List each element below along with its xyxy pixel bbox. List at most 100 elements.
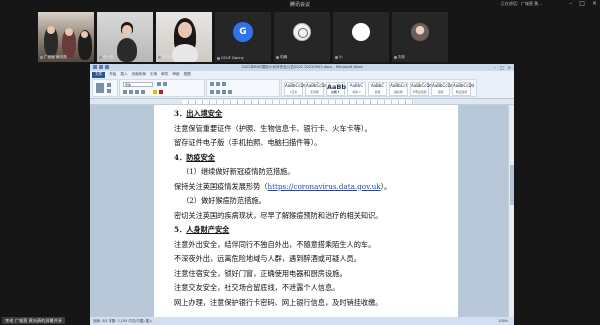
shared-screen: 2022年BHE国际小伙伴安全公告2022 20220901.docx - Mi… [90, 64, 514, 325]
paragraph-line: （1）继续做好新冠疫情防范措施。 [182, 167, 295, 176]
font-color-icon[interactable] [159, 90, 163, 94]
style-heading-2[interactable]: AaBbC 标题 2 [347, 82, 366, 96]
tab-page-layout[interactable]: 页面布局 [132, 72, 146, 78]
style-emphasis[interactable]: AaBbCcDd 强调 [431, 82, 453, 96]
mic-icon [217, 56, 220, 60]
participant-name: 刘亦 [394, 55, 405, 60]
participant-tile[interactable]: 广城营 黄向燕 [38, 12, 94, 62]
tab-insert[interactable]: 插入 [120, 72, 127, 78]
align-right-icon[interactable] [222, 90, 226, 94]
participant-strip: 广城营 黄向燕 秦小雨 鲁诗萍 G GCUF Danny 向婉 小 刘亦 [38, 12, 562, 62]
avatar [411, 23, 429, 41]
avatar [352, 23, 370, 41]
speaking-indicator: 正在讲话：广城营 黄... [500, 1, 542, 6]
numbering-icon[interactable] [216, 82, 220, 86]
participant-name: GCUF Danny [217, 56, 244, 60]
multilevel-list-icon[interactable] [222, 82, 226, 86]
document-text: 3．出入境安全 注意保管重要证件（护照、生物信息卡、银行卡、火车卡等）。 留存证… [174, 107, 450, 310]
bold-icon[interactable] [123, 90, 127, 94]
grow-font-icon[interactable] [157, 82, 161, 86]
zoom-level[interactable]: 100% [498, 317, 508, 325]
word-window-controls: – □ × [494, 64, 511, 71]
style-title[interactable]: AaBbC 标题 [368, 82, 387, 96]
ribbon-body: 宋体 AaBbCcDd 1正文 AaBbCcDd 无间隔 AaBb 标题 1 A… [92, 79, 512, 97]
copy-icon[interactable] [107, 89, 111, 93]
person-face [47, 26, 55, 34]
style-heading-1[interactable]: AaBb 标题 1 [326, 82, 346, 96]
align-center-icon[interactable] [216, 90, 220, 94]
scrollbar-thumb[interactable] [510, 165, 514, 205]
mic-icon [276, 55, 279, 59]
justify-icon[interactable] [228, 90, 232, 94]
paragraph-line: 留存证件电子版（手机拍照、电脑扫描件等）。 [174, 138, 322, 147]
style-subtitle[interactable]: AaBbCcI 副标题 [389, 82, 408, 96]
cut-icon[interactable] [107, 83, 111, 87]
style-no-spacing[interactable]: AaBbCcDd 无间隔 [305, 82, 327, 96]
mic-icon [40, 55, 43, 59]
font-name-select[interactable]: 宋体 [123, 82, 153, 87]
minimize-icon[interactable]: – [569, 1, 572, 7]
undo-icon[interactable] [105, 65, 109, 69]
style-normal[interactable]: AaBbCcDd 1正文 [284, 82, 306, 96]
highlight-icon[interactable] [153, 90, 157, 94]
close-icon[interactable]: × [508, 64, 511, 71]
maximize-icon[interactable]: □ [579, 1, 585, 7]
window-controls: – □ × [569, 1, 597, 7]
styles-group: AaBbCcDd 1正文 AaBbCcDd 无间隔 AaBb 标题 1 AaBbC 标题… [281, 79, 477, 97]
meeting-titlebar: 腾讯会议 正在讲话：广城营 黄... – □ × [0, 0, 600, 9]
participant-tile[interactable]: G GCUF Danny [215, 12, 271, 62]
mic-icon [335, 55, 338, 59]
tab-view[interactable]: 视图 [184, 72, 191, 78]
person-face [178, 22, 192, 38]
close-icon[interactable]: × [592, 1, 597, 7]
italic-icon[interactable] [129, 90, 133, 94]
vertical-scrollbar[interactable] [508, 105, 514, 317]
mic-icon [158, 55, 161, 59]
paragraph-line: 保持关注英国疫情发展形势（https://coronavirus.data.go… [174, 181, 392, 191]
person-face [81, 31, 88, 38]
paragraph-line: 不深夜外出，远离危险地域与人群，遇到醉酒或可疑人员。 [174, 254, 361, 263]
participant-name: 向婉 [276, 55, 287, 60]
participant-tile[interactable]: 秦小雨 [97, 12, 153, 62]
covid-data-link[interactable]: https://coronavirus.data.gov.uk [267, 182, 380, 191]
avatar [293, 23, 311, 41]
participant-name: 小 [335, 55, 343, 60]
style-subtle-emphasis[interactable]: AaBbCcDd 不明显强调 [410, 82, 432, 96]
participant-name: 鲁诗萍 [158, 55, 173, 60]
paragraph-line: 密切关注英国的疾病现状，尽早了解猴痘预防和治疗的相关知识。 [174, 210, 383, 220]
mic-icon [394, 55, 397, 59]
tab-references[interactable]: 引用 [150, 72, 157, 78]
save-icon[interactable] [99, 65, 103, 69]
ribbon-tabs: 文件 开始 插入 页面布局 引用 邮件 审阅 视图 [92, 72, 191, 78]
document-page[interactable]: 3．出入境安全 注意保管重要证件（护照、生物信息卡、银行卡、火车卡等）。 留存证… [154, 105, 458, 317]
strikethrough-icon[interactable] [141, 90, 145, 94]
clipboard-group [92, 79, 118, 97]
participant-tile[interactable]: 向婉 [274, 12, 330, 62]
style-intense-emphasis[interactable]: AaBbCcDd 明显强调 [452, 82, 474, 96]
shrink-font-icon[interactable] [163, 82, 167, 86]
ribbon: 文件 开始 插入 页面布局 引用 邮件 审阅 视图 宋体 AaBbCcDd 1正… [90, 71, 514, 99]
person-face [65, 28, 73, 36]
section-heading: 5．人身财产安全 [174, 225, 230, 234]
section-heading: 4．防疫安全 [174, 152, 215, 162]
participant-tile[interactable]: 刘亦 [392, 12, 448, 62]
participant-name: 秦小雨 [99, 55, 114, 60]
bullets-icon[interactable] [210, 82, 214, 86]
tab-file[interactable]: 文件 [92, 72, 106, 78]
underline-icon[interactable] [135, 90, 139, 94]
paragraph-line: 网上办理，注意保护银行卡密码、网上银行信息，及时销挂收缴。 [174, 297, 383, 307]
participant-tile[interactable]: 小 [333, 12, 389, 62]
person-figure [117, 38, 137, 62]
person-figure [172, 44, 198, 62]
maximize-icon[interactable]: □ [500, 64, 504, 71]
paragraph-line: 注意外出安全，结伴同行不独自外出，不随意搭乘陌生人的车。 [174, 239, 376, 249]
participant-tile[interactable]: 鲁诗萍 [156, 12, 212, 62]
minimize-icon[interactable]: – [494, 64, 496, 71]
tab-review[interactable]: 审阅 [172, 72, 179, 78]
tab-mailings[interactable]: 邮件 [161, 72, 168, 78]
paste-icon[interactable] [96, 83, 104, 93]
align-left-icon[interactable] [210, 90, 214, 94]
person-face [122, 25, 132, 36]
tab-home[interactable]: 开始 [109, 72, 116, 78]
document-title: 2022年BHE国际小伙伴安全公告2022 20220901.docx - Mi… [241, 65, 363, 69]
